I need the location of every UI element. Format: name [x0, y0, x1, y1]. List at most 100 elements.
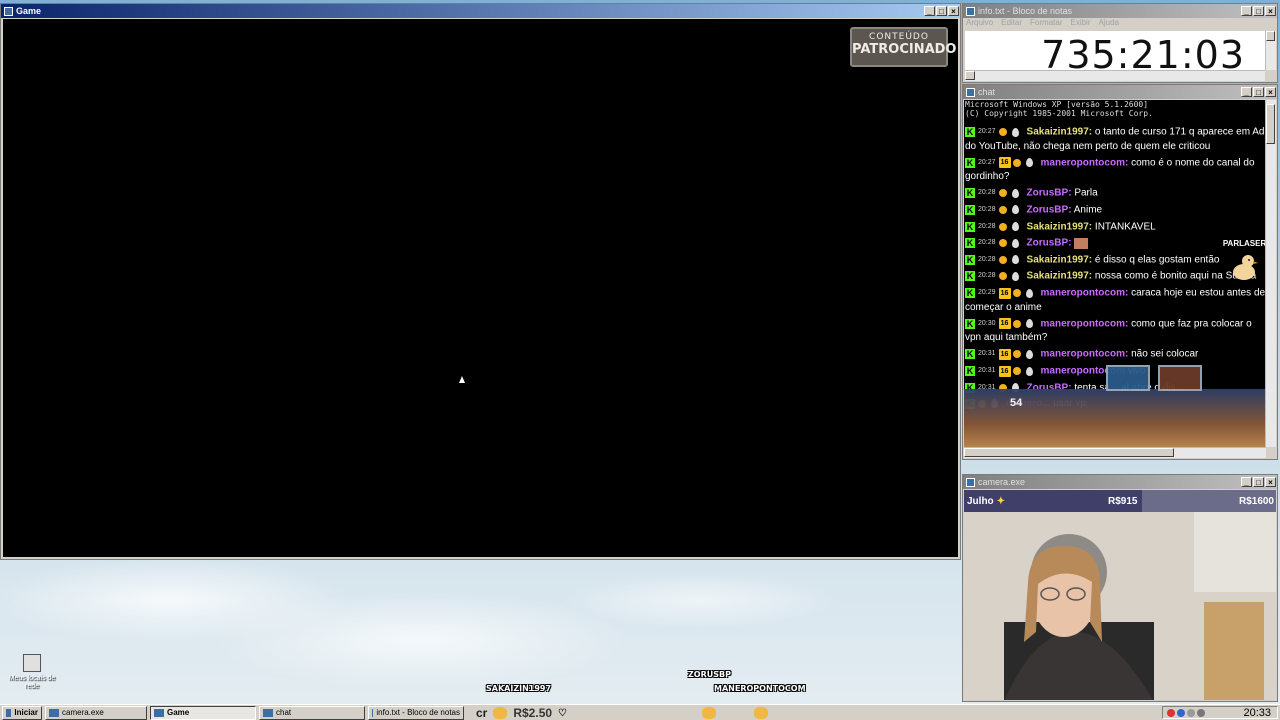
close-button[interactable]: × — [1265, 477, 1276, 487]
chat-username[interactable]: Sakaizin1997: — [1027, 221, 1093, 232]
duck-icon — [1233, 255, 1258, 280]
heart-icon: ♡ — [558, 707, 568, 719]
camera-titlebar[interactable]: camera.exe _ □ × — [963, 475, 1277, 489]
chat-titlebar[interactable]: chat _ □ × — [963, 85, 1277, 99]
notepad-titlebar[interactable]: info.txt - Bloco de notas _ □ × — [963, 4, 1277, 18]
chat-username[interactable]: Sakaizin1997: — [1027, 271, 1093, 282]
chat-feed[interactable]: Microsoft Windows XP [versão 5.1.2600] (… — [964, 100, 1266, 447]
tray-icon[interactable] — [1167, 708, 1175, 717]
drop-icon — [1011, 222, 1019, 232]
close-button[interactable]: × — [948, 6, 959, 16]
minimize-button[interactable]: _ — [1241, 477, 1252, 487]
menu-ajuda[interactable]: Ajuda — [1099, 18, 1119, 30]
subscriber-badge: 16 — [998, 365, 1011, 377]
goal-target: R$1600 — [1238, 495, 1274, 507]
chat-window[interactable]: chat _ □ × Microsoft Windows XP [versão … — [962, 84, 1278, 460]
game-titlebar[interactable]: Game _ □ × — [1, 4, 960, 18]
message-time: 20:30 — [978, 319, 996, 327]
notepad-title: info.txt - Bloco de notas — [978, 6, 1073, 16]
maximize-button[interactable]: □ — [1253, 477, 1264, 487]
tray-icon[interactable] — [1177, 708, 1185, 717]
kick-icon: K — [965, 288, 975, 299]
badge-icon — [1012, 367, 1021, 376]
drop-icon — [1025, 349, 1033, 359]
clock[interactable]: 20:33 — [1243, 707, 1271, 719]
chat-username[interactable]: Sakaizin1997: — [1027, 127, 1093, 138]
start-button[interactable]: Iniciar — [2, 705, 42, 720]
network-tray-icon[interactable] — [1197, 708, 1205, 717]
maximize-button[interactable]: □ — [1253, 87, 1264, 97]
game-title: Game — [16, 6, 42, 16]
taskbar: Iniciar camera.exe Game chat info.txt - … — [0, 704, 1280, 720]
drop-icon — [1025, 366, 1033, 376]
overlay-username: MANEROPONTOCOM — [714, 684, 806, 693]
message-time: 20:27 — [978, 158, 996, 166]
chat-text: INTANKAVEL — [1094, 221, 1156, 233]
subscriber-badge: 16 — [998, 348, 1011, 360]
kick-icon: K — [965, 204, 975, 215]
message-time: 20:27 — [978, 128, 996, 135]
chat-username[interactable]: ZorusBP: — [1027, 188, 1072, 199]
chat-username[interactable]: Sakaizin1997: — [1027, 254, 1093, 265]
start-label: Iniciar — [14, 708, 38, 717]
taskbar-button-label: chat — [276, 708, 292, 717]
camera-app-icon — [49, 708, 59, 717]
chat-message: K 20:28 Sakaizin1997: nossa como é bonito … — [964, 268, 1266, 285]
chat-message: K 20:28 Sakaizin1997: é disso q elas gosta… — [964, 252, 1266, 269]
chat-username[interactable]: ZorusBP: — [1027, 238, 1072, 249]
chat-username[interactable]: maneropontocom: — [1041, 318, 1129, 329]
chat-username[interactable]: maneropontocom: — [1041, 349, 1129, 360]
game-window[interactable]: Game _ □ × CONTEÚDO PATROCINADO — [0, 3, 961, 560]
close-button[interactable]: × — [1265, 6, 1276, 16]
notepad-vertical-scrollbar[interactable] — [1265, 31, 1276, 70]
chat-vertical-scrollbar[interactable] — [1265, 100, 1276, 447]
drop-icon — [1011, 205, 1019, 215]
donation-ticker: cr R$2.50 ♡ — [476, 705, 567, 720]
drop-icon — [1011, 127, 1019, 137]
minimize-button[interactable]: _ — [1241, 87, 1252, 97]
chat-message: K 20:27 16 maneropontocom: como é o nome do… — [964, 155, 1266, 186]
menu-arquivo[interactable]: Arquivo — [966, 18, 993, 30]
maximize-button[interactable]: □ — [1253, 6, 1264, 16]
badge-icon — [998, 205, 1007, 214]
minimize-button[interactable]: _ — [1241, 6, 1252, 16]
taskbar-button-game[interactable]: Game — [150, 705, 256, 720]
chat-username[interactable]: ZorusBP: — [1027, 205, 1072, 216]
menu-exibir[interactable]: Exibir — [1070, 18, 1090, 30]
drop-icon — [1025, 319, 1033, 329]
badge-icon — [998, 255, 1007, 264]
notepad-window[interactable]: info.txt - Bloco de notas _ □ × Arquivo … — [962, 3, 1278, 83]
chat-username[interactable]: maneropontocom: — [1041, 288, 1129, 299]
mouse-cursor-icon — [459, 376, 465, 383]
notepad-horizontal-scrollbar[interactable] — [965, 70, 1265, 81]
camera-title: camera.exe — [978, 477, 1026, 487]
taskbar-button-notepad[interactable]: info.txt - Bloco de notas — [368, 705, 464, 720]
notepad-icon — [372, 708, 374, 717]
menu-editar[interactable]: Editar — [1001, 18, 1022, 30]
camera-window[interactable]: camera.exe _ □ × Julho ✦ R$915 R$1600 — [962, 474, 1278, 702]
taskbar-button-label: info.txt - Bloco de notas — [376, 708, 460, 717]
volume-icon[interactable] — [1187, 708, 1195, 717]
message-time: 20:28 — [978, 272, 996, 280]
taskbar-button-camera[interactable]: camera.exe — [45, 705, 147, 720]
network-places-desktop-icon[interactable]: Meus locais de rede — [6, 654, 58, 691]
game-viewport[interactable]: CONTEÚDO PATROCINADO — [3, 19, 958, 557]
chat-username[interactable]: maneropontocom: — [1041, 157, 1129, 168]
chat-message: K 20:28 Sakaizin1997: INTANKAVEL — [964, 219, 1266, 236]
taskbar-button-chat[interactable]: chat — [259, 705, 365, 720]
chat-title: chat — [978, 87, 996, 97]
close-button[interactable]: × — [1265, 87, 1276, 97]
minimize-button[interactable]: _ — [924, 6, 935, 16]
overlay-username: ZORUSBP — [688, 670, 731, 679]
sparkle-icon: ✦ — [996, 495, 1006, 507]
console-header-line: Microsoft Windows XP [versão 5.1.2600] — [965, 100, 1149, 109]
chat-text: o tanto de curso 171 q aparece em Ad do … — [965, 126, 1265, 152]
chat-message: K 20:29 16 maneropontocom: caraca hoje eu e… — [964, 285, 1266, 316]
duck-coin-icon — [702, 707, 716, 719]
chat-horizontal-scrollbar[interactable] — [964, 447, 1266, 458]
maximize-button[interactable]: □ — [936, 6, 947, 16]
notepad-text-area[interactable]: 735:21:03 — [965, 31, 1265, 77]
menu-formatar[interactable]: Formatar — [1030, 18, 1062, 30]
kick-icon: K — [965, 318, 975, 329]
webcam-feed — [964, 512, 1276, 700]
